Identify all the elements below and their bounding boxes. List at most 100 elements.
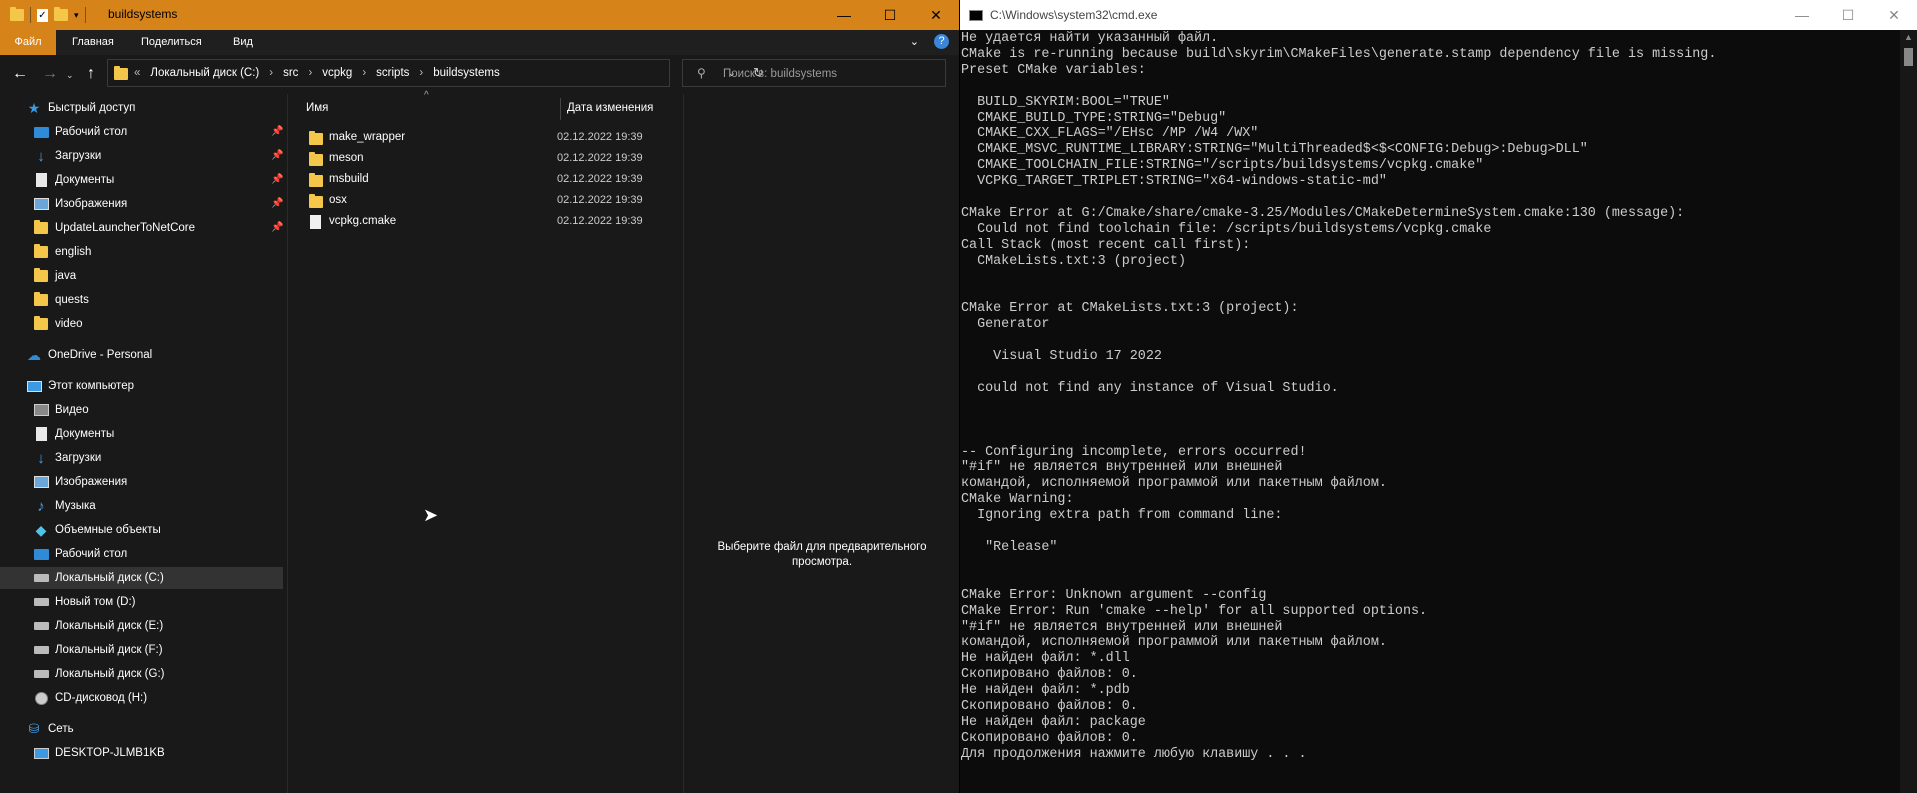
nav-item-folder[interactable]: english: [33, 241, 91, 263]
nav-item-folder[interactable]: video: [33, 313, 83, 335]
column-divider[interactable]: [560, 98, 561, 120]
nav-item-downloads[interactable]: ↓ Загрузки: [33, 145, 101, 167]
nav-item-desktop[interactable]: Рабочий стол: [33, 543, 127, 565]
nav-item-pictures[interactable]: Изображения: [33, 193, 127, 215]
nav-item-cd-drive[interactable]: CD-дисковод (H:): [33, 687, 147, 709]
console-line: CMAKE_MSVC_RUNTIME_LIBRARY:STRING="Multi…: [961, 142, 1588, 158]
nav-item-documents[interactable]: Документы: [33, 169, 114, 191]
nav-item-3d-objects[interactable]: ◆ Объемные объекты: [33, 519, 161, 541]
nav-item-drive-d[interactable]: Новый том (D:): [33, 591, 136, 613]
maximize-button[interactable]: ☐: [1825, 0, 1871, 30]
file-row[interactable]: vcpkg.cmake 02.12.2022 19:39: [306, 212, 678, 233]
nav-item-videos[interactable]: Видео: [33, 399, 89, 421]
minimize-button[interactable]: —: [821, 0, 867, 30]
pin-icon[interactable]: 📌: [271, 150, 283, 161]
cmd-titlebar[interactable]: C:\Windows\system32\cmd.exe — ☐ ✕: [960, 0, 1917, 30]
nav-item-folder[interactable]: quests: [33, 289, 89, 311]
nav-quick-access[interactable]: ★ Быстрый доступ: [26, 97, 136, 119]
drive-icon: [33, 598, 49, 606]
breadcrumb-item[interactable]: buildsystems: [433, 67, 499, 79]
nav-item-pictures[interactable]: Изображения: [33, 471, 127, 493]
minimize-button[interactable]: —: [1779, 0, 1825, 30]
scrollbar-thumb[interactable]: [1904, 48, 1913, 66]
nav-network[interactable]: ⛁ Сеть: [26, 718, 74, 740]
tab-share[interactable]: Поделиться: [141, 30, 202, 55]
chevron-right-icon[interactable]: ›: [269, 67, 273, 79]
console-output[interactable]: Не удается найти указанный файл. CMake is…: [960, 31, 1901, 793]
desktop-icon: [33, 548, 49, 560]
nav-item-documents[interactable]: Документы: [33, 423, 114, 445]
folder-icon: [309, 194, 323, 208]
tab-file[interactable]: Файл: [0, 30, 56, 55]
divider: [30, 7, 31, 23]
nav-label: Рабочий стол: [55, 126, 128, 138]
nav-item-drive-e[interactable]: Локальный диск (E:): [33, 615, 163, 637]
pin-icon[interactable]: 📌: [271, 198, 283, 209]
chevron-right-icon[interactable]: ›: [419, 67, 423, 79]
column-header-date[interactable]: Дата изменения: [567, 94, 653, 122]
column-header-name[interactable]: Имя: [306, 94, 328, 122]
properties-icon[interactable]: ✓: [37, 8, 48, 22]
nav-item-folder[interactable]: UpdateLauncherToNetCore: [33, 217, 195, 239]
help-icon[interactable]: ?: [934, 34, 949, 49]
nav-item-folder[interactable]: java: [33, 265, 76, 287]
nav-label: DESKTOP-JLMB1KB: [55, 747, 165, 759]
chevron-right-icon[interactable]: ›: [362, 67, 366, 79]
breadcrumb-item[interactable]: src: [283, 67, 298, 79]
drive-icon: [33, 646, 49, 654]
explorer-titlebar[interactable]: ✓ ▾ buildsystems — ☐ ✕: [0, 0, 959, 30]
nav-item-drive-c[interactable]: Локальный диск (C:): [0, 567, 283, 589]
console-line: CMAKE_TOOLCHAIN_FILE:STRING="/scripts/bu…: [961, 158, 1484, 174]
tab-view[interactable]: Вид: [233, 30, 253, 55]
scroll-up-icon[interactable]: ▲: [1904, 32, 1913, 42]
maximize-button[interactable]: ☐: [867, 0, 913, 30]
computer-icon: [26, 380, 42, 392]
file-name: osx: [329, 194, 347, 206]
nav-item-music[interactable]: ♪ Музыка: [33, 495, 95, 517]
nav-item-downloads[interactable]: ↓ Загрузки: [33, 447, 101, 469]
console-line: CMake Error at CMakeLists.txt:3 (project…: [961, 301, 1299, 317]
pin-icon[interactable]: 📌: [271, 126, 283, 137]
close-button[interactable]: ✕: [1871, 0, 1917, 30]
file-row[interactable]: make_wrapper 02.12.2022 19:39: [306, 128, 678, 149]
close-button[interactable]: ✕: [913, 0, 959, 30]
file-row[interactable]: osx 02.12.2022 19:39: [306, 191, 678, 212]
search-box[interactable]: ⚲: [682, 59, 946, 87]
nav-this-pc[interactable]: Этот компьютер: [26, 375, 134, 397]
sort-ascending-icon: ^: [424, 90, 429, 101]
address-bar[interactable]: « Локальный диск (C:) › src › vcpkg › sc…: [107, 59, 764, 87]
breadcrumb-item[interactable]: scripts: [376, 67, 409, 79]
console-line: Скопировано файлов: 0.: [961, 730, 1138, 746]
file-row[interactable]: meson 02.12.2022 19:39: [306, 149, 678, 170]
breadcrumb-item[interactable]: vcpkg: [322, 67, 352, 79]
nav-label: Изображения: [55, 476, 128, 488]
expand-ribbon-icon[interactable]: ⌄: [910, 35, 919, 48]
nav-item-drive-g[interactable]: Локальный диск (G:): [33, 663, 164, 685]
pin-icon[interactable]: 📌: [271, 222, 283, 233]
nav-item-drive-f[interactable]: Локальный диск (F:): [33, 639, 163, 661]
nav-onedrive[interactable]: ☁ OneDrive - Personal: [26, 344, 152, 366]
nav-item-computer[interactable]: DESKTOP-JLMB1KB: [33, 742, 165, 764]
chevron-right-icon[interactable]: ›: [308, 67, 312, 79]
up-button[interactable]: ↑: [87, 65, 95, 83]
console-line: Call Stack (most recent call first):: [961, 237, 1251, 253]
console-line: CMake Error at G:/Cmake/share/cmake-3.25…: [961, 205, 1685, 221]
forward-button[interactable]: →: [42, 65, 58, 83]
back-button[interactable]: ←: [12, 65, 28, 83]
search-input[interactable]: [721, 65, 935, 83]
breadcrumb-item[interactable]: Локальный диск (C:): [150, 67, 259, 79]
nav-item-desktop[interactable]: Рабочий стол: [33, 121, 127, 143]
file-date: 02.12.2022 19:39: [557, 173, 643, 185]
overflow-chevron-icon[interactable]: «: [134, 67, 140, 79]
customize-qat-icon[interactable]: ▾: [74, 10, 79, 21]
scrollbar[interactable]: ▲: [1900, 30, 1917, 793]
tab-home[interactable]: Главная: [72, 30, 114, 55]
cube-icon: ◆: [35, 521, 47, 538]
nav-label: Новый том (D:): [55, 596, 136, 608]
pin-icon[interactable]: 📌: [271, 174, 283, 185]
new-folder-icon[interactable]: [54, 7, 68, 21]
file-row[interactable]: msbuild 02.12.2022 19:39: [306, 170, 678, 191]
recent-locations-icon[interactable]: ⌄: [66, 70, 74, 81]
